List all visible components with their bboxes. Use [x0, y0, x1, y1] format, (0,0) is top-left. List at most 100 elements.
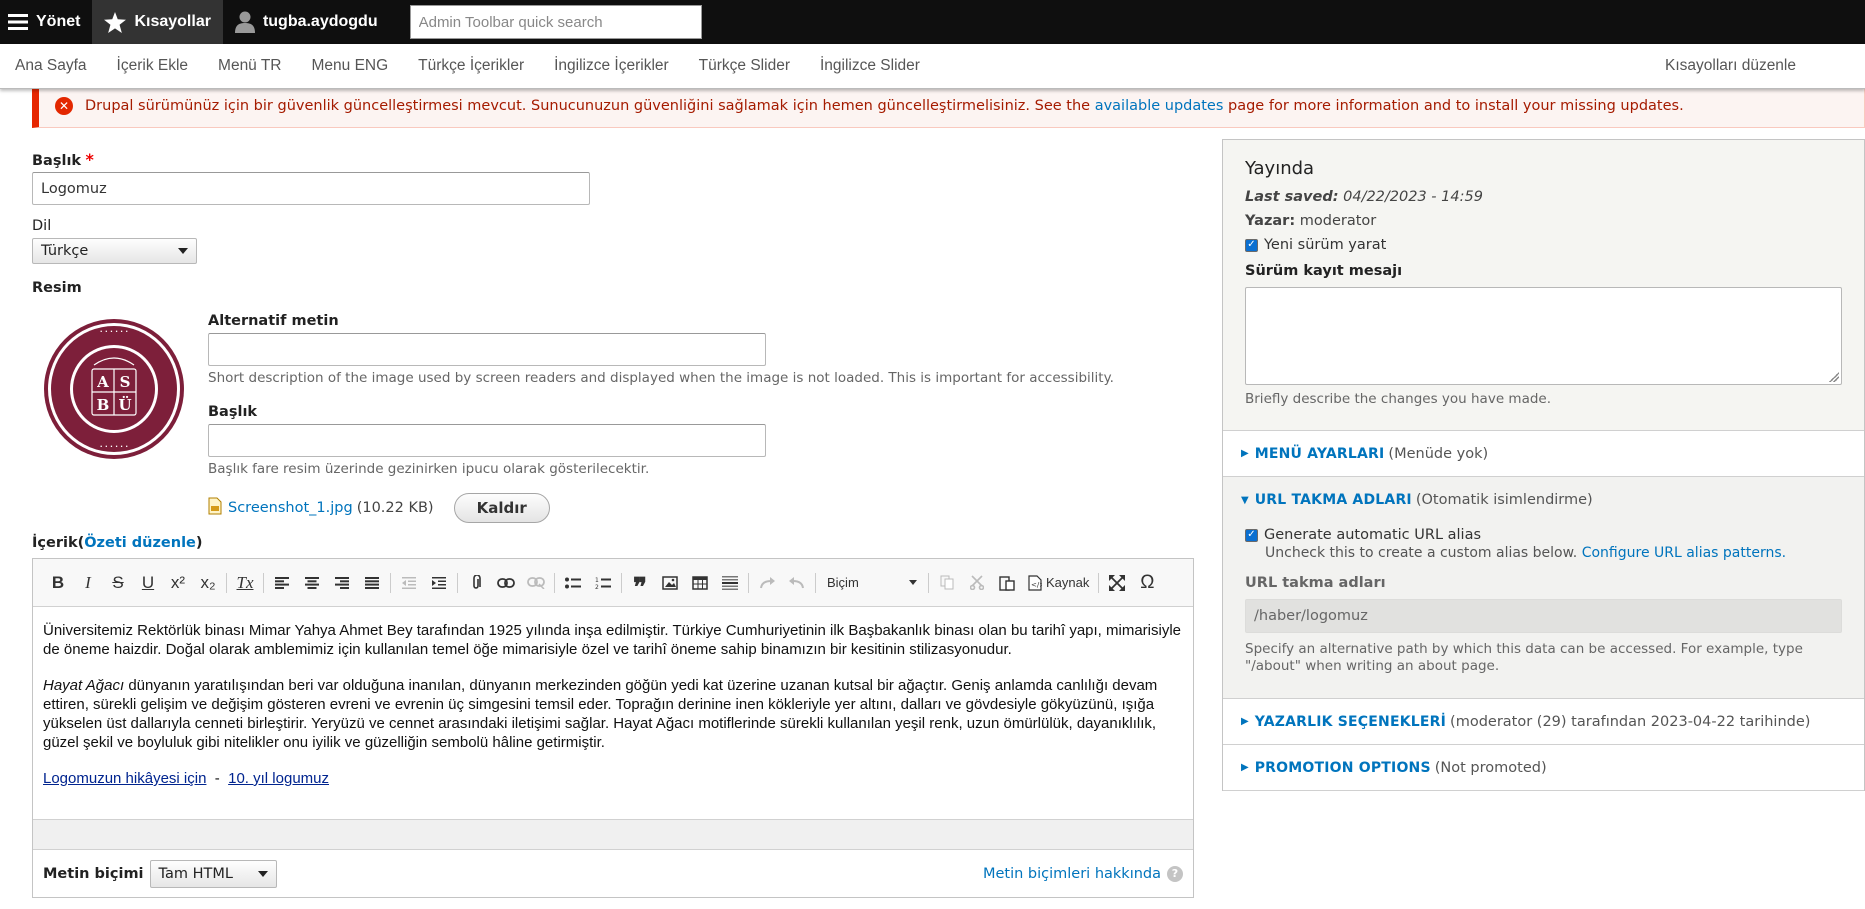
toolbar-separator — [748, 572, 749, 593]
shortcut-ingilizce-slider[interactable]: İngilizce Slider — [805, 57, 935, 75]
undo-icon[interactable] — [782, 569, 812, 597]
url-alias-summary[interactable]: ▼ URL TAKMA ADLARI (Otomatik isimlendirm… — [1223, 477, 1864, 523]
shortcuts-tab[interactable]: Kısayollar — [92, 0, 223, 44]
shortcut-icerik-ekle[interactable]: İçerik Ekle — [102, 57, 204, 75]
tenth-year-logo-link[interactable]: 10. yıl logumuz — [228, 770, 329, 787]
security-update-message: ✕ Drupal sürümünüz için bir güvenlik gün… — [32, 84, 1865, 128]
revision-log-label: Sürüm kayıt mesajı — [1245, 263, 1403, 279]
edit-shortcuts-link[interactable]: Kısayolları düzenle — [1650, 57, 1811, 75]
maximize-icon[interactable] — [1102, 569, 1132, 597]
title-input[interactable] — [32, 172, 590, 205]
alt-text-help: Short description of the image used by s… — [208, 370, 1114, 386]
entity-meta: Yayında Last saved: 04/22/2023 - 14:59 Y… — [1223, 140, 1864, 431]
chevron-down-icon — [257, 870, 268, 877]
underline-icon[interactable]: U — [133, 569, 163, 597]
indent-icon[interactable] — [424, 569, 454, 597]
svg-text:2: 2 — [595, 584, 599, 589]
bold-icon[interactable]: B — [43, 569, 73, 597]
unlink-icon[interactable] — [521, 569, 551, 597]
format-combo[interactable]: Biçim — [819, 570, 925, 596]
align-center-icon[interactable] — [297, 569, 327, 597]
outdent-icon[interactable] — [394, 569, 424, 597]
language-select[interactable]: Türkçe — [32, 238, 197, 264]
table-icon[interactable] — [685, 569, 715, 597]
toolbar-separator — [457, 572, 458, 593]
story-link[interactable]: Logomuzun hikâyesi için — [43, 770, 206, 787]
file-link[interactable]: Screenshot_1.jpg — [228, 500, 353, 516]
image-icon[interactable] — [655, 569, 685, 597]
body-label-row: İçerik(Özeti düzenle) — [32, 535, 203, 551]
text-format-row: Metin biçimi Tam HTML Metin biçimleri ha… — [33, 850, 1193, 897]
text-format-select[interactable]: Tam HTML — [149, 859, 277, 888]
align-right-icon[interactable] — [327, 569, 357, 597]
text-format-help-link[interactable]: Metin biçimleri hakkında? — [983, 865, 1183, 882]
chevron-down-icon — [178, 248, 188, 254]
shortcut-turkce-slider[interactable]: Türkçe Slider — [684, 57, 805, 75]
resize-handle-icon[interactable] — [1829, 372, 1839, 382]
auto-alias-checkbox[interactable]: ✓ Generate automatic URL alias — [1245, 527, 1842, 543]
edit-summary-link[interactable]: Özeti düzenle — [84, 535, 196, 551]
editor-content[interactable]: Üniversitemiz Rektörlük binası Mimar Yah… — [33, 607, 1193, 820]
new-revision-checkbox[interactable]: ✓ Yeni sürüm yarat — [1245, 237, 1842, 253]
user-icon — [234, 11, 255, 33]
svg-text:B: B — [97, 396, 110, 414]
remove-button[interactable]: Kaldır — [453, 493, 550, 523]
last-saved: Last saved: 04/22/2023 - 14:59 — [1245, 189, 1483, 205]
shortcut-turkce-icerikler[interactable]: Türkçe İçerikler — [403, 57, 539, 75]
message-text: Drupal sürümünüz için bir güvenlik günce… — [85, 98, 1684, 114]
horizontal-line-icon[interactable] — [715, 569, 745, 597]
url-alias-details: ▼ URL TAKMA ADLARI (Otomatik isimlendirm… — [1223, 477, 1864, 699]
available-updates-link[interactable]: available updates — [1095, 98, 1224, 114]
blockquote-icon[interactable]: ❞ — [625, 569, 655, 602]
remove-format-icon[interactable]: Tx — [230, 569, 260, 597]
text-format-label: Metin biçimi — [43, 865, 144, 882]
file-row: Screenshot_1.jpg (10.22 KB) Kaldır — [208, 493, 550, 523]
align-justify-icon[interactable] — [357, 569, 387, 597]
authoring-details[interactable]: ▶ YAZARLIK SEÇENEKLERİ (moderator (29) t… — [1223, 699, 1864, 745]
strikethrough-icon[interactable]: S — [103, 569, 133, 597]
image-file-icon — [208, 497, 222, 519]
configure-alias-link[interactable]: Configure URL alias patterns. — [1582, 545, 1786, 561]
alt-text-input[interactable] — [208, 333, 766, 366]
italic-icon[interactable]: I — [73, 569, 103, 597]
admin-search-input[interactable] — [409, 5, 702, 39]
shortcut-menu-tr[interactable]: Menü TR — [203, 57, 296, 75]
shortcut-menu-eng[interactable]: Menu ENG — [297, 57, 404, 75]
paste-icon[interactable] — [992, 569, 1022, 597]
toolbar-separator — [226, 572, 227, 593]
toolbar-separator — [815, 572, 816, 593]
special-character-icon[interactable]: Ω — [1132, 569, 1162, 597]
shortcut-ana-sayfa[interactable]: Ana Sayfa — [0, 57, 102, 75]
shortcut-ingilizce-icerikler[interactable]: İngilizce İçerikler — [539, 57, 684, 75]
menu-settings-details[interactable]: ▶ MENÜ AYARLARI (Menüde yok) — [1223, 431, 1864, 477]
alt-text-field: Alternatif metin Short description of th… — [208, 313, 1114, 386]
chevron-down-icon — [909, 580, 917, 585]
numbered-list-icon[interactable]: 12 — [588, 569, 618, 597]
revision-log-textarea[interactable] — [1245, 287, 1842, 385]
svg-text:A: A — [96, 373, 109, 391]
language-field: Dil Türkçe — [32, 218, 197, 264]
redo-icon[interactable] — [752, 569, 782, 597]
manage-tab[interactable]: Yönet — [0, 0, 92, 44]
image-field-label: Resim — [32, 280, 82, 296]
promotion-details[interactable]: ▶ PROMOTION OPTIONS (Not promoted) — [1223, 745, 1864, 791]
attachment-icon[interactable] — [461, 569, 491, 597]
subscript-icon[interactable]: x₂ — [193, 569, 223, 597]
toolbar-separator — [1098, 572, 1100, 593]
image-title-field: Başlık Başlık fare resim üzerinde gezini… — [208, 404, 766, 477]
source-button[interactable]: </> Kaynak — [1022, 574, 1095, 591]
link-icon[interactable] — [491, 569, 521, 597]
revision-log-help: Briefly describe the changes you have ma… — [1245, 391, 1552, 407]
bulleted-list-icon[interactable] — [558, 569, 588, 597]
image-title-input[interactable] — [208, 424, 766, 457]
admin-toolbar: Yönet Kısayollar tugba.aydogdu — [0, 0, 1865, 44]
author: Yazar: moderator — [1245, 213, 1377, 229]
toolbar-separator — [390, 572, 391, 593]
copy-icon[interactable] — [932, 569, 962, 597]
alias-input[interactable]: /haber/logomuz — [1245, 599, 1842, 633]
align-left-icon[interactable] — [267, 569, 297, 597]
cut-icon[interactable] — [962, 569, 992, 597]
checkbox-checked-icon: ✓ — [1245, 238, 1258, 252]
user-tab[interactable]: tugba.aydogdu — [223, 0, 390, 44]
superscript-icon[interactable]: x² — [163, 569, 193, 597]
